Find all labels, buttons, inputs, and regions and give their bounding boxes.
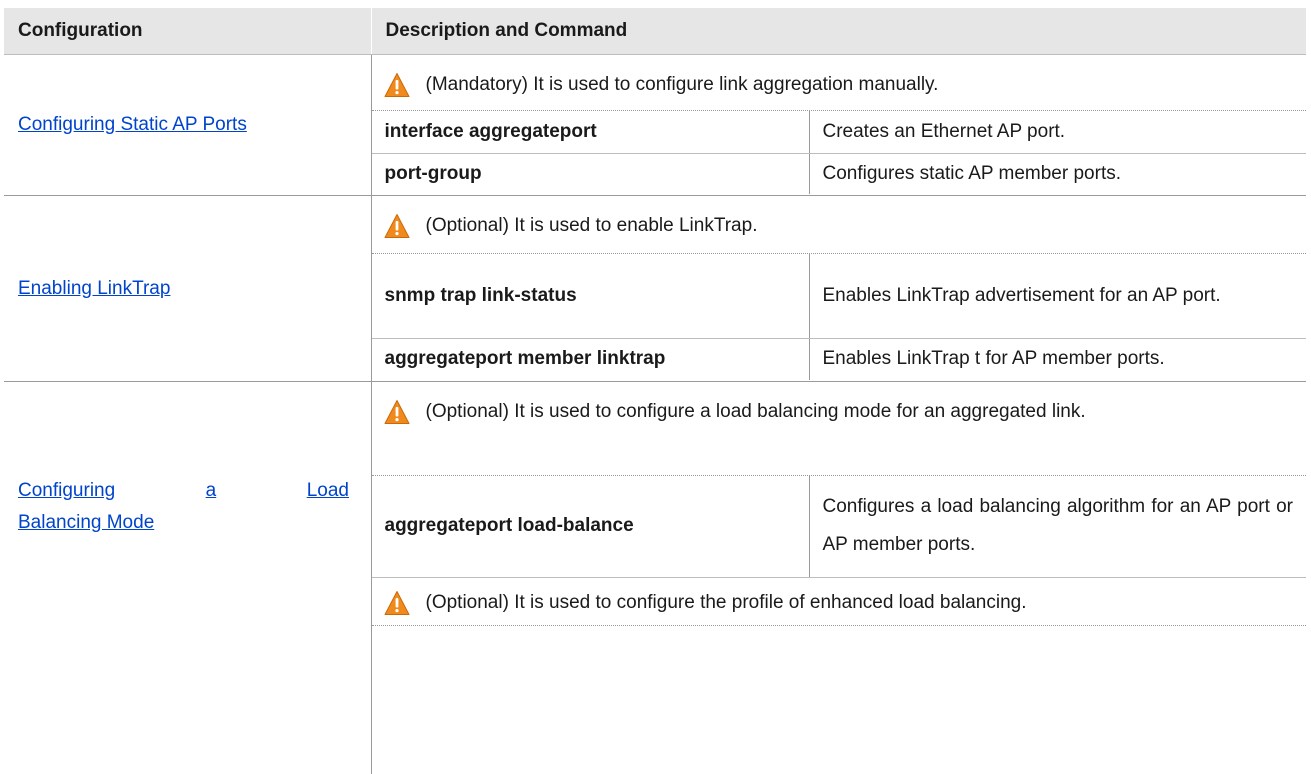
command-name: port-group xyxy=(372,153,810,194)
header-configuration: Configuration xyxy=(4,8,371,55)
command-description: Configures static AP member ports. xyxy=(809,153,1306,194)
command-description: Configures a load balancing algorithm fo… xyxy=(809,476,1306,577)
table-row: Enabling LinkTrap (Optional) It is used … xyxy=(4,196,1306,382)
mandatory-note: (Mandatory) It is used to configure link… xyxy=(372,55,1307,111)
command-row: aggregateport member linktrap Enables Li… xyxy=(372,338,1307,380)
description-cell: (Optional) It is used to enable LinkTrap… xyxy=(371,196,1306,382)
configuration-cell: Enabling LinkTrap xyxy=(4,196,371,382)
note-text: (Optional) It is used to configure a loa… xyxy=(426,393,1086,430)
command-row: interface aggregateport Creates an Ether… xyxy=(372,111,1307,153)
configuration-cell: Configuring a Load Balancing Mode xyxy=(4,382,371,774)
command-row: snmp trap link-status Enables LinkTrap a… xyxy=(372,254,1307,338)
command-row: port-group Configures static AP member p… xyxy=(372,153,1307,194)
table-header-row: Configuration Description and Command xyxy=(4,8,1306,55)
configuring-load-balancing-link-word[interactable]: Configuring xyxy=(18,474,115,508)
description-cell: (Optional) It is used to configure a loa… xyxy=(371,382,1306,774)
note-text: (Optional) It is used to configure the p… xyxy=(426,584,1027,621)
command-row: aggregateport load-balance Configures a … xyxy=(372,476,1307,577)
optional-note: (Optional) It is used to configure a loa… xyxy=(372,382,1307,476)
note-text: (Mandatory) It is used to configure link… xyxy=(426,66,939,103)
command-description: Creates an Ethernet AP port. xyxy=(809,111,1306,153)
configuring-static-ap-ports-link[interactable]: Configuring Static AP Ports xyxy=(18,114,247,135)
enabling-linktrap-link[interactable]: Enabling LinkTrap xyxy=(18,278,170,299)
command-description: Enables LinkTrap t for AP member ports. xyxy=(809,338,1306,380)
table-row: Configuring a Load Balancing Mode xyxy=(4,382,1306,774)
warning-icon xyxy=(384,213,410,239)
command-name: interface aggregateport xyxy=(372,111,810,153)
description-cell: (Mandatory) It is used to configure link… xyxy=(371,55,1306,196)
configuring-load-balancing-link-word[interactable]: Load xyxy=(307,474,349,508)
command-table: interface aggregateport Creates an Ether… xyxy=(372,111,1307,194)
configuration-table: Configuration Description and Command Co… xyxy=(4,8,1306,774)
command-table: aggregateport load-balance Configures a … xyxy=(372,476,1307,578)
command-name: aggregateport load-balance xyxy=(372,476,810,577)
table-row: Configuring Static AP Ports (Mandatory) … xyxy=(4,55,1306,196)
optional-note: (Optional) It is used to configure the p… xyxy=(372,578,1307,626)
warning-icon xyxy=(384,399,410,425)
warning-icon xyxy=(384,72,410,98)
warning-icon xyxy=(384,590,410,616)
configuring-load-balancing-link-line2[interactable]: Balancing Mode xyxy=(18,512,154,533)
configuration-cell: Configuring Static AP Ports xyxy=(4,55,371,196)
note-text: (Optional) It is used to enable LinkTrap… xyxy=(426,207,758,244)
command-description: Enables LinkTrap advertisement for an AP… xyxy=(809,254,1306,338)
document-page: Configuration Description and Command Co… xyxy=(0,0,1311,681)
command-table: snmp trap link-status Enables LinkTrap a… xyxy=(372,254,1307,380)
command-name: aggregateport member linktrap xyxy=(372,338,810,380)
configuring-load-balancing-link-word[interactable]: a xyxy=(206,474,217,508)
header-description-and-command: Description and Command xyxy=(371,8,1306,55)
optional-note: (Optional) It is used to enable LinkTrap… xyxy=(372,196,1307,254)
command-name: snmp trap link-status xyxy=(372,254,810,338)
